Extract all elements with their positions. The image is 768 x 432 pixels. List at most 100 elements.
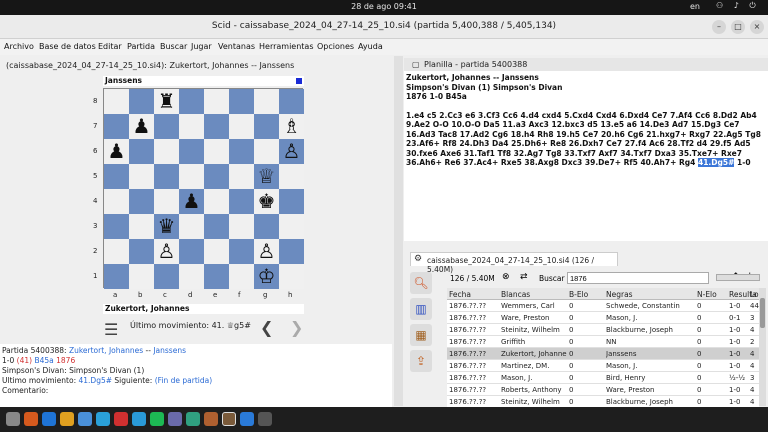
app-icon-7[interactable] — [258, 412, 272, 426]
table-row[interactable]: 1876.??.?? Martinez, DM. 0 Mason, J. 0 1-0 4 — [447, 360, 759, 372]
menu-opciones[interactable]: Opciones — [317, 42, 354, 51]
move-list-panel[interactable]: Zukertort, Johannes -- Janssens Simpson'… — [404, 71, 768, 241]
square-h7[interactable]: ♗ — [279, 114, 304, 139]
table-row[interactable]: 1876.??.?? Steinitz, Wilhelm 0 Blackburne, … — [447, 324, 759, 336]
square-e2[interactable] — [204, 239, 229, 264]
table-row[interactable]: 1876.??.?? Wemmers, Carl 0 Schwede, Constan… — [447, 300, 759, 312]
square-h4[interactable] — [279, 189, 304, 214]
square-b5[interactable] — [129, 164, 154, 189]
square-h8[interactable] — [279, 89, 304, 114]
table-row[interactable]: 1876.??.?? Zukertort, Johanne 0 Janssens 0 1-… — [447, 348, 759, 360]
next-move-value[interactable]: (Fin de partida) — [155, 376, 212, 385]
games-table[interactable]: Fecha Blancas B-Elo Negras N-Elo Resulta Lo 187… — [447, 288, 759, 408]
square-g1[interactable]: ♔ — [254, 264, 279, 289]
piece-g2[interactable]: ♙ — [258, 239, 276, 263]
filter-toggle-icon[interactable]: ⇄ — [520, 272, 528, 282]
piece-g1[interactable]: ♔ — [258, 264, 276, 288]
square-e4[interactable] — [204, 189, 229, 214]
square-c7[interactable] — [154, 114, 179, 139]
square-d8[interactable] — [179, 89, 204, 114]
square-h1[interactable] — [279, 264, 304, 289]
square-d1[interactable] — [179, 264, 204, 289]
square-d6[interactable] — [179, 139, 204, 164]
previous-move-icon[interactable]: ❮ — [260, 318, 273, 337]
square-a3[interactable] — [104, 214, 129, 239]
square-b8[interactable] — [129, 89, 154, 114]
square-a1[interactable] — [104, 264, 129, 289]
piece-d4[interactable]: ♟ — [183, 189, 201, 213]
square-h6[interactable]: ♙ — [279, 139, 304, 164]
board-tool-icon[interactable]: ▦ — [410, 324, 432, 346]
square-b7[interactable]: ♟ — [129, 114, 154, 139]
search-tool-icon[interactable]: 🔍︎ — [410, 272, 432, 294]
piece-b7[interactable]: ♟ — [133, 114, 151, 138]
menu-partida[interactable]: Partida — [127, 42, 155, 51]
square-a5[interactable] — [104, 164, 129, 189]
piece-g5[interactable]: ♕ — [258, 164, 276, 188]
square-h2[interactable] — [279, 239, 304, 264]
column-header[interactable]: Lo — [750, 290, 759, 299]
eco-code[interactable]: B45a — [34, 356, 53, 365]
chess-board[interactable]: ♜ ♟ ♗ ♟ ♙ ♕ ♟ ♚ ♛ ♙ ♙ ♔ — [103, 88, 304, 289]
column-header[interactable]: Blancas — [501, 290, 530, 299]
piece-h6[interactable]: ♙ — [283, 139, 301, 163]
column-header[interactable]: N-Elo — [697, 290, 717, 299]
square-a4[interactable] — [104, 189, 129, 214]
hamburger-menu-icon[interactable]: ☰ — [104, 320, 118, 339]
square-g4[interactable]: ♚ — [254, 189, 279, 214]
square-c3[interactable]: ♛ — [154, 214, 179, 239]
piece-a6[interactable]: ♟ — [108, 139, 126, 163]
menu-archivo[interactable]: Archivo — [4, 42, 34, 51]
close-button[interactable]: × — [750, 20, 764, 34]
last-move-link[interactable]: 41.Dg5# — [79, 376, 113, 385]
square-b1[interactable] — [129, 264, 154, 289]
square-a6[interactable]: ♟ — [104, 139, 129, 164]
square-f1[interactable] — [229, 264, 254, 289]
app-icon-1[interactable] — [78, 412, 92, 426]
square-h3[interactable] — [279, 214, 304, 239]
square-d7[interactable] — [179, 114, 204, 139]
piece-g4[interactable]: ♚ — [258, 189, 276, 213]
app-icon-6[interactable] — [204, 412, 218, 426]
square-f7[interactable] — [229, 114, 254, 139]
square-f5[interactable] — [229, 164, 254, 189]
minimize-button[interactable]: – — [712, 20, 726, 34]
square-f8[interactable] — [229, 89, 254, 114]
square-f3[interactable] — [229, 214, 254, 239]
square-a7[interactable] — [104, 114, 129, 139]
menu-ayuda[interactable]: Ayuda — [358, 42, 383, 51]
square-c5[interactable] — [154, 164, 179, 189]
current-move[interactable]: 41.Dg5# — [698, 158, 735, 167]
maximize-button[interactable]: □ — [731, 20, 745, 34]
menu-jugar[interactable]: Jugar — [191, 42, 212, 51]
square-a8[interactable] — [104, 89, 129, 114]
square-f2[interactable] — [229, 239, 254, 264]
square-g6[interactable] — [254, 139, 279, 164]
square-b6[interactable] — [129, 139, 154, 164]
menu-ventanas[interactable]: Ventanas — [218, 42, 255, 51]
white-player-link[interactable]: Zukertort, Johannes — [69, 346, 143, 355]
column-header[interactable]: B-Elo — [569, 290, 588, 299]
table-row[interactable]: 1876.??.?? Ware, Preston 0 Mason, J. 0 0-1 3 — [447, 312, 759, 324]
square-b3[interactable] — [129, 214, 154, 239]
telegram-icon[interactable] — [132, 412, 146, 426]
export-tool-icon[interactable]: ⇪ — [410, 350, 432, 372]
square-e8[interactable] — [204, 89, 229, 114]
piece-c2[interactable]: ♙ — [158, 239, 176, 263]
zoom-slider[interactable] — [716, 274, 760, 281]
system-status-icons[interactable]: ⚇ ♪ ⏻ — [716, 1, 760, 11]
column-header[interactable]: Negras — [606, 290, 633, 299]
chromium-icon[interactable] — [42, 412, 56, 426]
square-e7[interactable] — [204, 114, 229, 139]
filter-clear-icon[interactable]: ⊗ — [502, 272, 510, 282]
square-c2[interactable]: ♙ — [154, 239, 179, 264]
database-tab[interactable]: ⚙ caissabase_2024_04_27-14_25_10.si4 (12… — [410, 252, 618, 274]
square-e5[interactable] — [204, 164, 229, 189]
square-b2[interactable] — [129, 239, 154, 264]
search-input[interactable] — [567, 272, 709, 284]
table-row[interactable]: 1876.??.?? Mason, J. 0 Bird, Henry 0 ½-½ 3 — [447, 372, 759, 384]
piece-c8[interactable]: ♜ — [158, 89, 176, 113]
app-icon-5[interactable] — [186, 412, 200, 426]
square-e1[interactable] — [204, 264, 229, 289]
menu-buscar[interactable]: Buscar — [160, 42, 187, 51]
